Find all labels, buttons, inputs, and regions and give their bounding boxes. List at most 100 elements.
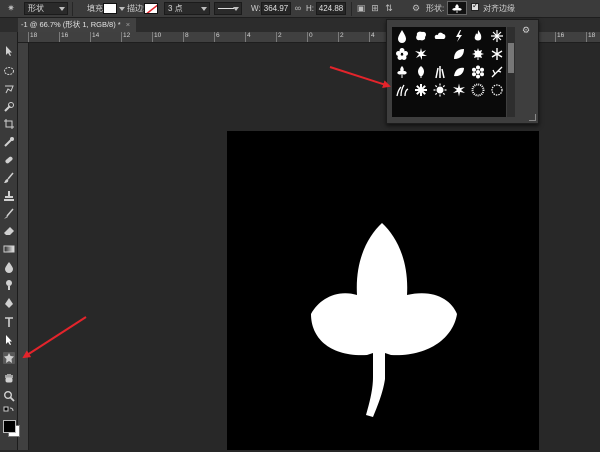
resize-grip-icon[interactable] bbox=[529, 114, 536, 121]
clone-stamp-tool-icon[interactable] bbox=[3, 190, 15, 202]
quick-select-tool-icon[interactable] bbox=[3, 101, 15, 113]
eraser-tool-icon[interactable] bbox=[3, 225, 15, 237]
eyedropper-tool-icon[interactable] bbox=[3, 136, 15, 148]
stroke-swatch[interactable] bbox=[144, 3, 158, 14]
move-tool-icon[interactable] bbox=[3, 45, 15, 57]
shape-option-cloud-icon[interactable] bbox=[430, 27, 449, 45]
shape-option-flower-6-icon[interactable] bbox=[468, 63, 487, 81]
shape-option-leaf-c-icon[interactable] bbox=[449, 63, 468, 81]
close-icon[interactable]: × bbox=[126, 20, 130, 29]
lasso-tool-icon[interactable] bbox=[3, 83, 15, 95]
ruler-tick: 16 bbox=[555, 32, 564, 42]
shape-picker-scrollbar[interactable] bbox=[507, 27, 515, 117]
ruler-tick: 2 bbox=[276, 32, 282, 42]
gear-icon[interactable]: ⚙ bbox=[522, 25, 532, 35]
shape-option-flower-8-icon[interactable] bbox=[411, 81, 430, 99]
foreground-color-swatch[interactable] bbox=[3, 420, 16, 433]
pen-tool-icon[interactable] bbox=[3, 297, 15, 309]
ruler-tick: 4 bbox=[369, 32, 375, 42]
chevron-down-icon bbox=[59, 7, 65, 11]
shape-option-snowflake-icon[interactable] bbox=[487, 27, 506, 45]
shape-option-flower-5-icon[interactable] bbox=[392, 45, 411, 63]
marquee-tool-icon[interactable] bbox=[3, 65, 15, 77]
zoom-tool-icon[interactable] bbox=[3, 390, 15, 402]
scrollbar-thumb[interactable] bbox=[508, 43, 514, 73]
custom-shape-tool-icon[interactable] bbox=[3, 352, 15, 364]
ruler-tick: 0 bbox=[307, 32, 313, 42]
height-label: H: bbox=[306, 4, 314, 13]
blur-tool-icon[interactable] bbox=[3, 261, 15, 273]
ruler-tick: 6 bbox=[214, 32, 220, 42]
path-alignment-icon[interactable]: ⊞ bbox=[370, 2, 380, 15]
shape-option-starburst-icon[interactable] bbox=[468, 81, 487, 99]
align-edges-label: 对齐边缘 bbox=[483, 4, 515, 13]
shape-option-snowflake-b-icon[interactable] bbox=[487, 45, 506, 63]
gear-icon[interactable]: ⚙ bbox=[411, 2, 421, 15]
shape-option-blank bbox=[468, 99, 487, 117]
ruler-tick: 18 bbox=[28, 32, 37, 42]
shape-option-twig-icon[interactable] bbox=[487, 63, 506, 81]
ruler-tick: 10 bbox=[152, 32, 161, 42]
shape-option-blank bbox=[392, 99, 411, 117]
shape-option-grass-tuft-icon[interactable] bbox=[392, 81, 411, 99]
stroke-width-field[interactable]: 3 点 bbox=[164, 2, 210, 15]
width-field[interactable]: 364.97 bbox=[261, 2, 291, 15]
healing-brush-tool-icon[interactable] bbox=[3, 154, 15, 166]
ruler-tick: 18 bbox=[586, 32, 595, 42]
history-brush-tool-icon[interactable] bbox=[3, 208, 15, 220]
shape-option-splat-icon[interactable] bbox=[411, 45, 430, 63]
shape-option-leaf-b-icon[interactable] bbox=[411, 63, 430, 81]
path-operations-icon[interactable]: ▣ bbox=[356, 2, 366, 15]
options-bar: ✷ 形状 填充: 描边: 3 点 W: 364.97 ∞ H: 424.88 ▣… bbox=[0, 0, 600, 18]
shape-option-lightning-icon[interactable] bbox=[449, 27, 468, 45]
shape-option-sunburst-icon[interactable] bbox=[449, 81, 468, 99]
stroke-width-value: 3 点 bbox=[168, 4, 183, 13]
divider bbox=[351, 2, 352, 16]
chevron-down-icon[interactable] bbox=[119, 7, 125, 11]
shape-option-flame-icon[interactable] bbox=[468, 27, 487, 45]
gradient-tool-icon[interactable] bbox=[3, 243, 15, 255]
shape-option-blob-icon[interactable] bbox=[411, 27, 430, 45]
shape-option-blank bbox=[449, 99, 468, 117]
custom-shape-tool-preset-icon[interactable]: ✷ bbox=[4, 2, 18, 15]
path-arrangement-icon[interactable]: ⇅ bbox=[384, 2, 394, 15]
shape-option-blank bbox=[411, 99, 430, 117]
shape-option-raindrop-icon[interactable] bbox=[392, 27, 411, 45]
arrow-to-shape-picker bbox=[329, 66, 391, 88]
document-tab-title: -1 @ 66.7% (形状 1, RGB/8) * bbox=[21, 20, 121, 29]
shape-option-blank bbox=[430, 99, 449, 117]
height-field[interactable]: 424.88 bbox=[316, 2, 346, 15]
brush-tool-icon[interactable] bbox=[3, 172, 15, 184]
shape-picker-button[interactable] bbox=[447, 1, 467, 15]
tool-mode-dropdown[interactable]: 形状 bbox=[24, 2, 68, 15]
chevron-down-icon bbox=[201, 7, 207, 11]
shape-option-grass-icon[interactable] bbox=[430, 63, 449, 81]
shape-option-leaf-a-icon[interactable] bbox=[449, 45, 468, 63]
document-canvas[interactable] bbox=[227, 131, 539, 450]
shape-option-sun-icon[interactable] bbox=[430, 81, 449, 99]
fill-swatch[interactable] bbox=[103, 3, 117, 14]
no-stroke-icon bbox=[146, 4, 157, 13]
stroke-label: 描边: bbox=[127, 4, 146, 13]
ruler-tick: 2 bbox=[338, 32, 344, 42]
swap-colors-icon[interactable] bbox=[3, 406, 15, 414]
hand-tool-icon[interactable] bbox=[3, 372, 15, 384]
dodge-tool-icon[interactable] bbox=[3, 279, 15, 291]
link-icon[interactable]: ∞ bbox=[293, 2, 303, 15]
ruler-tick: 16 bbox=[59, 32, 68, 42]
shape-option-circle-ring-icon[interactable] bbox=[487, 81, 506, 99]
crop-tool-icon[interactable] bbox=[3, 118, 15, 130]
path-selection-tool-icon[interactable] bbox=[3, 334, 15, 346]
shape-option-crescent-icon[interactable] bbox=[430, 45, 449, 63]
type-tool-icon[interactable] bbox=[3, 316, 15, 328]
document-tab[interactable]: -1 @ 66.7% (形状 1, RGB/8) * × bbox=[18, 18, 137, 32]
stroke-type-dropdown[interactable] bbox=[214, 2, 242, 15]
custom-shape-picker: ⚙ bbox=[386, 19, 539, 124]
tools-panel bbox=[0, 32, 20, 450]
ivy-leaf-icon bbox=[452, 4, 462, 13]
align-edges-checkbox[interactable]: ✓ bbox=[471, 1, 479, 11]
tool-mode-value: 形状 bbox=[28, 4, 44, 13]
shape-option-maple-leaf-icon[interactable] bbox=[468, 45, 487, 63]
shape-option-ivy-leaf-icon[interactable] bbox=[392, 63, 411, 81]
ruler-tick: 12 bbox=[121, 32, 130, 42]
